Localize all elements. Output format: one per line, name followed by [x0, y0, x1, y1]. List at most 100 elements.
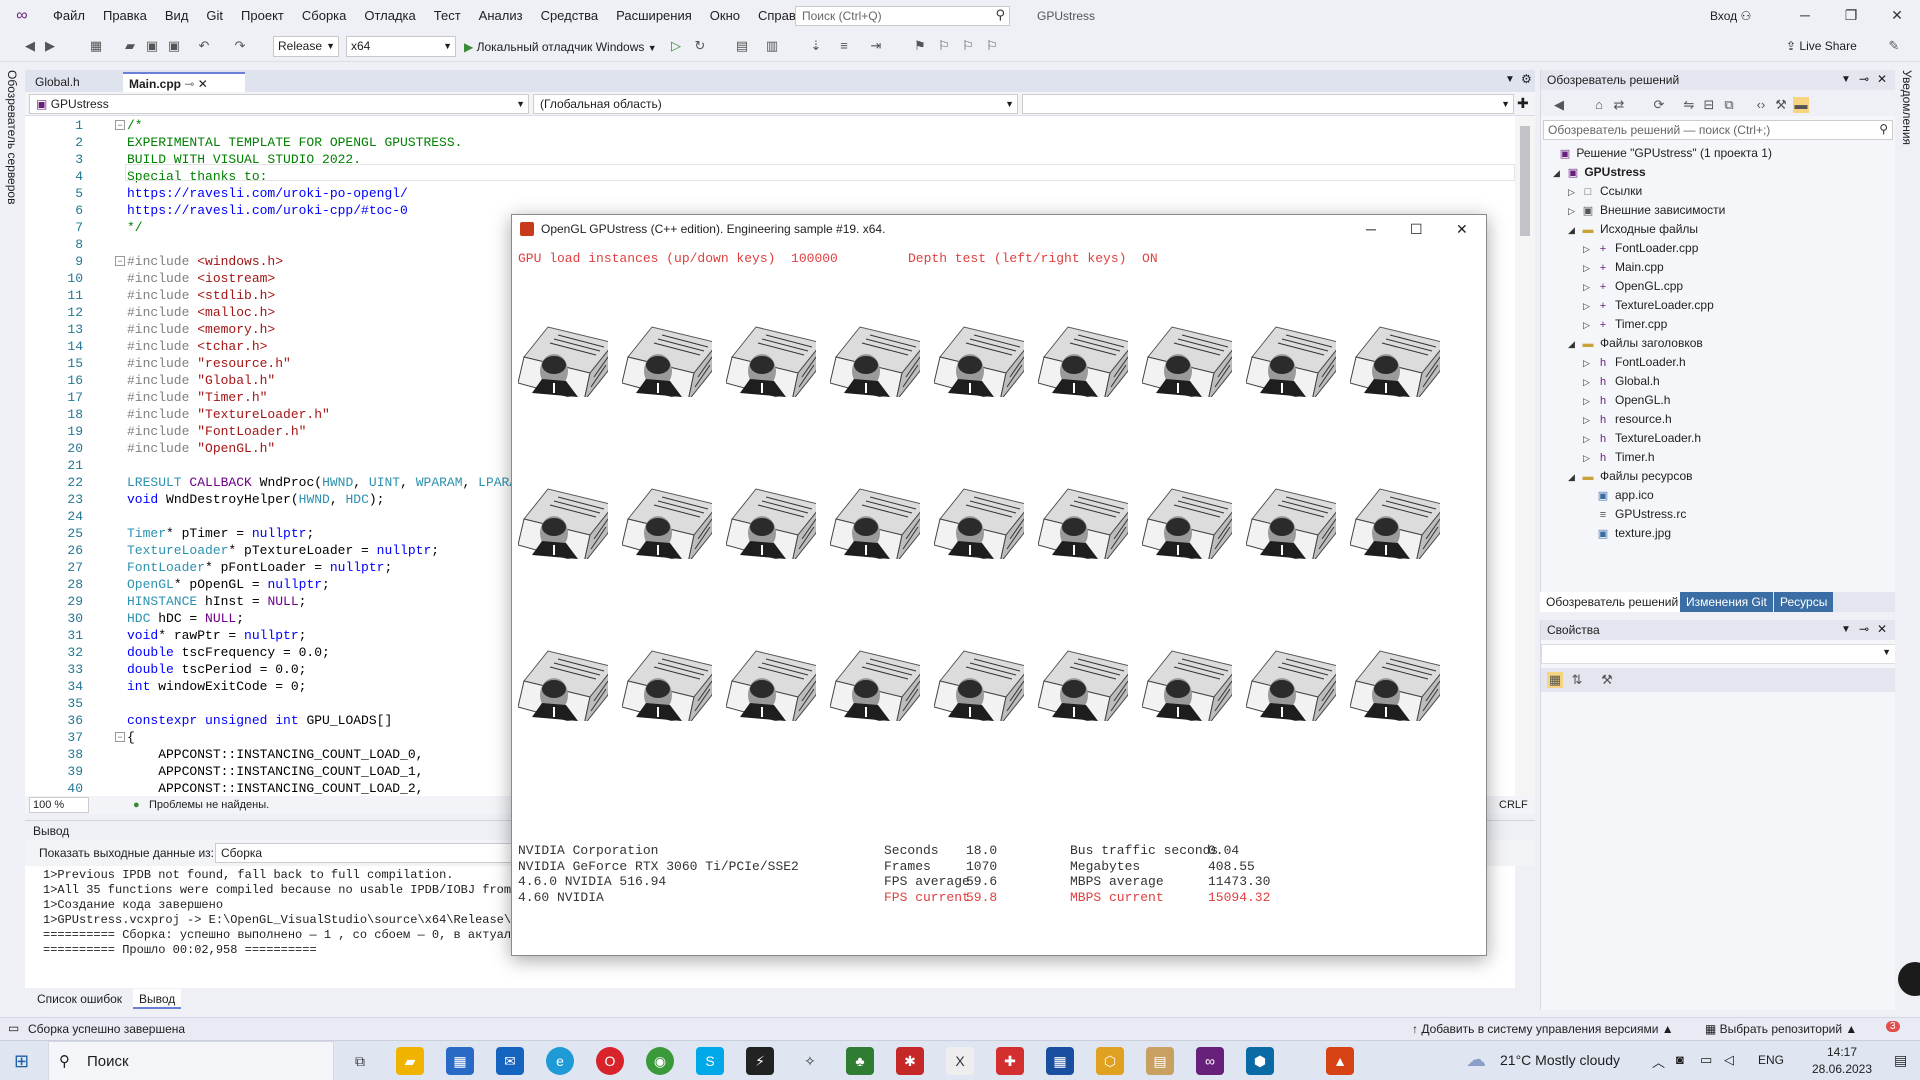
excel-icon[interactable]: X: [946, 1047, 974, 1075]
tree-item[interactable]: ▷ ▣ Внешние зависимости: [1568, 201, 1725, 220]
pending-changes-icon[interactable]: ⟳: [1651, 97, 1667, 113]
menu-item[interactable]: Правка: [94, 0, 156, 31]
expand-arrow-icon[interactable]: ◢: [1568, 468, 1580, 487]
code-line[interactable]: FontLoader* pFontLoader = nullptr;: [127, 559, 392, 576]
code-line[interactable]: #include <stdlib.h>: [127, 287, 275, 304]
expand-arrow-icon[interactable]: ▷: [1583, 449, 1595, 468]
bookmark-next-icon[interactable]: ⚐: [960, 38, 976, 54]
menu-item[interactable]: Расширения: [607, 0, 701, 31]
expand-arrow-icon[interactable]: ▷: [1583, 316, 1595, 335]
tree-item[interactable]: ▷ h Global.h: [1583, 372, 1660, 391]
tab-main-cpp[interactable]: Main.cpp ⊸ ✕: [123, 72, 245, 92]
clock-time[interactable]: 14:17: [1820, 1045, 1864, 1059]
code-line[interactable]: #include "FontLoader.h": [127, 423, 306, 440]
tree-item[interactable]: ▣ app.ico: [1583, 486, 1654, 505]
notes-icon[interactable]: ▤: [1146, 1047, 1174, 1075]
notifications-tab[interactable]: Уведомления: [1900, 70, 1914, 145]
code-line[interactable]: OpenGL* pOpenGL = nullptr;: [127, 576, 330, 593]
chrome-icon[interactable]: ◉: [646, 1047, 674, 1075]
project-select[interactable]: ▣ GPUstress ▼: [29, 94, 529, 114]
chevron-down-icon[interactable]: ▼: [1841, 623, 1851, 637]
code-line[interactable]: LRESULT CALLBACK WndProc(HWND, UINT, WPA…: [127, 474, 525, 491]
collapse-all-icon[interactable]: ⊟: [1701, 97, 1717, 113]
menu-item[interactable]: Тест: [425, 0, 470, 31]
code-line[interactable]: double tscPeriod = 0.0;: [127, 661, 306, 678]
show-all-files-icon[interactable]: ⧉: [1721, 97, 1737, 113]
bookmark-prev-icon[interactable]: ⚐: [936, 38, 952, 54]
code-line[interactable]: int windowExitCode = 0;: [127, 678, 306, 695]
platform-select[interactable]: x64 ▼: [346, 36, 456, 57]
code-line[interactable]: /*: [127, 117, 143, 134]
step-icon[interactable]: ⇣: [808, 38, 824, 54]
feedback-icon[interactable]: ✎: [1886, 38, 1902, 54]
code-line[interactable]: #include "resource.h": [127, 355, 291, 372]
menu-item[interactable]: Git: [197, 0, 232, 31]
pin-icon[interactable]: ⊸: [1859, 72, 1869, 86]
code-line[interactable]: #include "Timer.h": [127, 389, 267, 406]
open-folder-icon[interactable]: ▰: [122, 38, 138, 54]
expand-arrow-icon[interactable]: ▷: [1583, 373, 1595, 392]
code-line[interactable]: {: [127, 729, 135, 746]
expand-arrow-icon[interactable]: ▷: [1583, 259, 1595, 278]
properties-object-select[interactable]: ▼: [1541, 644, 1896, 664]
tree-item[interactable]: ◢ ▬ Файлы заголовков: [1568, 334, 1703, 353]
split-icon[interactable]: ✚: [1517, 95, 1529, 112]
expand-arrow-icon[interactable]: ▷: [1583, 240, 1595, 259]
expand-arrow-icon[interactable]: ◢: [1553, 164, 1565, 183]
scope-select[interactable]: (Глобальная область) ▼: [533, 94, 1018, 114]
code-line[interactable]: #include <iostream>: [127, 270, 275, 287]
output-source-select[interactable]: Сборка: [215, 843, 515, 863]
close-icon[interactable]: ✕: [1877, 72, 1887, 86]
app-icon[interactable]: ⬡: [1096, 1047, 1124, 1075]
menu-item[interactable]: Вид: [156, 0, 198, 31]
app-icon[interactable]: ✧: [796, 1047, 824, 1075]
swiss-app-icon[interactable]: ✚: [996, 1047, 1024, 1075]
taskbar-search[interactable]: ⚲ Поиск: [48, 1041, 334, 1080]
live-share-button[interactable]: ⇪ Live Share: [1786, 39, 1857, 53]
visual-studio-icon[interactable]: ∞: [1196, 1047, 1224, 1075]
fold-toggle-icon[interactable]: −: [115, 256, 125, 266]
fold-toggle-icon[interactable]: −: [115, 732, 125, 742]
code-line[interactable]: HINSTANCE hInst = NULL;: [127, 593, 306, 610]
language-indicator[interactable]: ENG: [1758, 1053, 1784, 1067]
editor-scrollbar[interactable]: [1515, 116, 1535, 796]
code-line[interactable]: #include "TextureLoader.h": [127, 406, 330, 423]
code-line[interactable]: EXPERIMENTAL TEMPLATE FOR OPENGL GPUSTRE…: [127, 134, 462, 151]
back-icon[interactable]: ◀: [22, 38, 38, 54]
code-line[interactable]: https://ravesli.com/uroki-cpp/#toc-0: [127, 202, 408, 219]
redo-icon[interactable]: ↷: [232, 38, 248, 54]
menu-item[interactable]: Окно: [701, 0, 749, 31]
hot-reload-icon[interactable]: ↻: [692, 38, 708, 54]
tree-item[interactable]: ▷ h TextureLoader.h: [1583, 429, 1701, 448]
bookmark-clear-icon[interactable]: ⚐: [984, 38, 1000, 54]
menu-item[interactable]: Отладка: [355, 0, 424, 31]
code-line[interactable]: https://ravesli.com/uroki-po-opengl/: [127, 185, 408, 202]
restore-button[interactable]: ❐: [1828, 0, 1874, 31]
start-debugging-button[interactable]: ▶ Локальный отладчик Windows ▼: [464, 37, 657, 57]
scrollbar-thumb[interactable]: [1520, 126, 1530, 236]
tab-global-h[interactable]: Global.h: [29, 72, 119, 92]
notification-badge[interactable]: 3: [1886, 1021, 1900, 1032]
expand-arrow-icon[interactable]: ▷: [1583, 430, 1595, 449]
expand-arrow-icon[interactable]: ▷: [1583, 411, 1595, 430]
code-line[interactable]: APPCONST::INSTANCING_COUNT_LOAD_2,: [127, 780, 423, 796]
code-line[interactable]: double tscFrequency = 0.0;: [127, 644, 330, 661]
app-icon[interactable]: ▦: [1046, 1047, 1074, 1075]
clock-date[interactable]: 28.06.2023: [1806, 1062, 1878, 1076]
weather-text[interactable]: 21°C Mostly cloudy: [1500, 1052, 1620, 1068]
minimize-button[interactable]: ─: [1366, 215, 1376, 243]
menu-item[interactable]: Проект: [232, 0, 293, 31]
alphabetical-icon[interactable]: ⇅: [1569, 672, 1585, 688]
tree-item[interactable]: ▣ texture.jpg: [1583, 524, 1671, 543]
code-line[interactable]: #include "Global.h": [127, 372, 275, 389]
sign-in-button[interactable]: Вход ⚇: [1710, 9, 1751, 23]
tray-app-icon[interactable]: ◙: [1676, 1052, 1684, 1067]
expand-arrow-icon[interactable]: ◢: [1568, 335, 1580, 354]
close-tab-icon[interactable]: ✕: [198, 77, 208, 91]
tab-output[interactable]: Вывод: [133, 989, 182, 1009]
close-button[interactable]: ✕: [1874, 0, 1920, 31]
expand-arrow-icon[interactable]: ▷: [1583, 392, 1595, 411]
code-icon[interactable]: ‹›: [1753, 97, 1769, 113]
server-explorer-tab[interactable]: Обозреватель серверов: [5, 70, 19, 204]
save-icon[interactable]: ▣: [144, 38, 160, 54]
